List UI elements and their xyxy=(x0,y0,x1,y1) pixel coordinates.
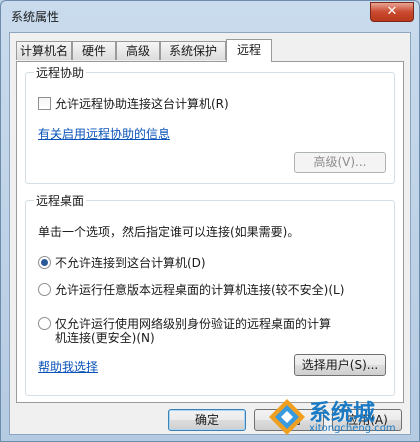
title-bar[interactable]: 系统属性 ✕ xyxy=(1,1,419,31)
tab-remote[interactable]: 远程 xyxy=(226,39,272,62)
allow-remote-assistance-row[interactable]: 允许远程协助连接这台计算机(R) xyxy=(38,95,229,112)
close-button[interactable]: ✕ xyxy=(370,2,414,22)
option-nla-radio[interactable] xyxy=(38,317,51,330)
remote-desktop-group: 远程桌面 单击一个选项，然后指定谁可以连接(如果需要)。 不允许连接到这台计算机… xyxy=(25,192,395,396)
remote-desktop-group-label: 远程桌面 xyxy=(34,192,87,209)
allow-remote-assistance-label: 允许远程协助连接这台计算机(R) xyxy=(55,97,229,111)
select-users-button[interactable]: 选择用户(S)... xyxy=(294,354,386,376)
help-me-choose-link[interactable]: 帮助我选择 xyxy=(38,358,98,375)
remote-desktop-instruction: 单击一个选项，然后指定谁可以连接(如果需要)。 xyxy=(38,225,300,239)
option-any-radio[interactable] xyxy=(38,283,51,296)
advanced-button[interactable]: 高级(V)... xyxy=(294,152,386,173)
tab-hardware[interactable]: 硬件 xyxy=(72,41,116,60)
tab-panel-remote: 远程协助 允许远程协助连接这台计算机(R) 有关启用远程协助的信息 高级(V).… xyxy=(16,61,404,403)
remote-assistance-info-link[interactable]: 有关启用远程协助的信息 xyxy=(38,125,170,142)
option-any-label: 允许运行任意版本远程桌面的计算机连接(较不安全)(L) xyxy=(55,283,345,297)
option-deny-row[interactable]: 不允许连接到这台计算机(D) xyxy=(38,254,206,271)
allow-remote-assistance-checkbox[interactable] xyxy=(38,97,51,110)
tab-system-protection[interactable]: 系统保护 xyxy=(160,41,226,60)
option-any-row[interactable]: 允许运行任意版本远程桌面的计算机连接(较不安全)(L) xyxy=(38,281,344,298)
option-deny-label: 不允许连接到这台计算机(D) xyxy=(55,256,206,270)
remote-assistance-group-label: 远程协助 xyxy=(34,64,87,81)
option-deny-radio[interactable] xyxy=(38,256,51,269)
window-title: 系统属性 xyxy=(11,10,60,24)
watermark: 系统城 xitongcheng.com xyxy=(265,393,415,439)
ok-button[interactable]: 确定 xyxy=(168,409,246,431)
close-icon: ✕ xyxy=(386,4,398,19)
dialog-client-area: 计算机名 硬件 高级 系统保护 远程 远程协助 允许远程协助连接这台计算机(R)… xyxy=(9,32,411,435)
system-properties-window: 系统属性 ✕ 计算机名 硬件 高级 系统保护 远程 远程协助 允许远程协助连接这… xyxy=(0,0,420,442)
option-nla-label-line2: 机连接(更安全)(N) xyxy=(55,331,155,345)
tab-advanced[interactable]: 高级 xyxy=(116,41,160,60)
remote-assistance-group: 远程协助 允许远程协助连接这台计算机(R) 有关启用远程协助的信息 高级(V).… xyxy=(25,64,395,184)
watermark-logo-icon xyxy=(269,399,305,435)
tab-computer-name[interactable]: 计算机名 xyxy=(16,41,72,60)
watermark-url: xitongcheng.com xyxy=(309,423,396,434)
